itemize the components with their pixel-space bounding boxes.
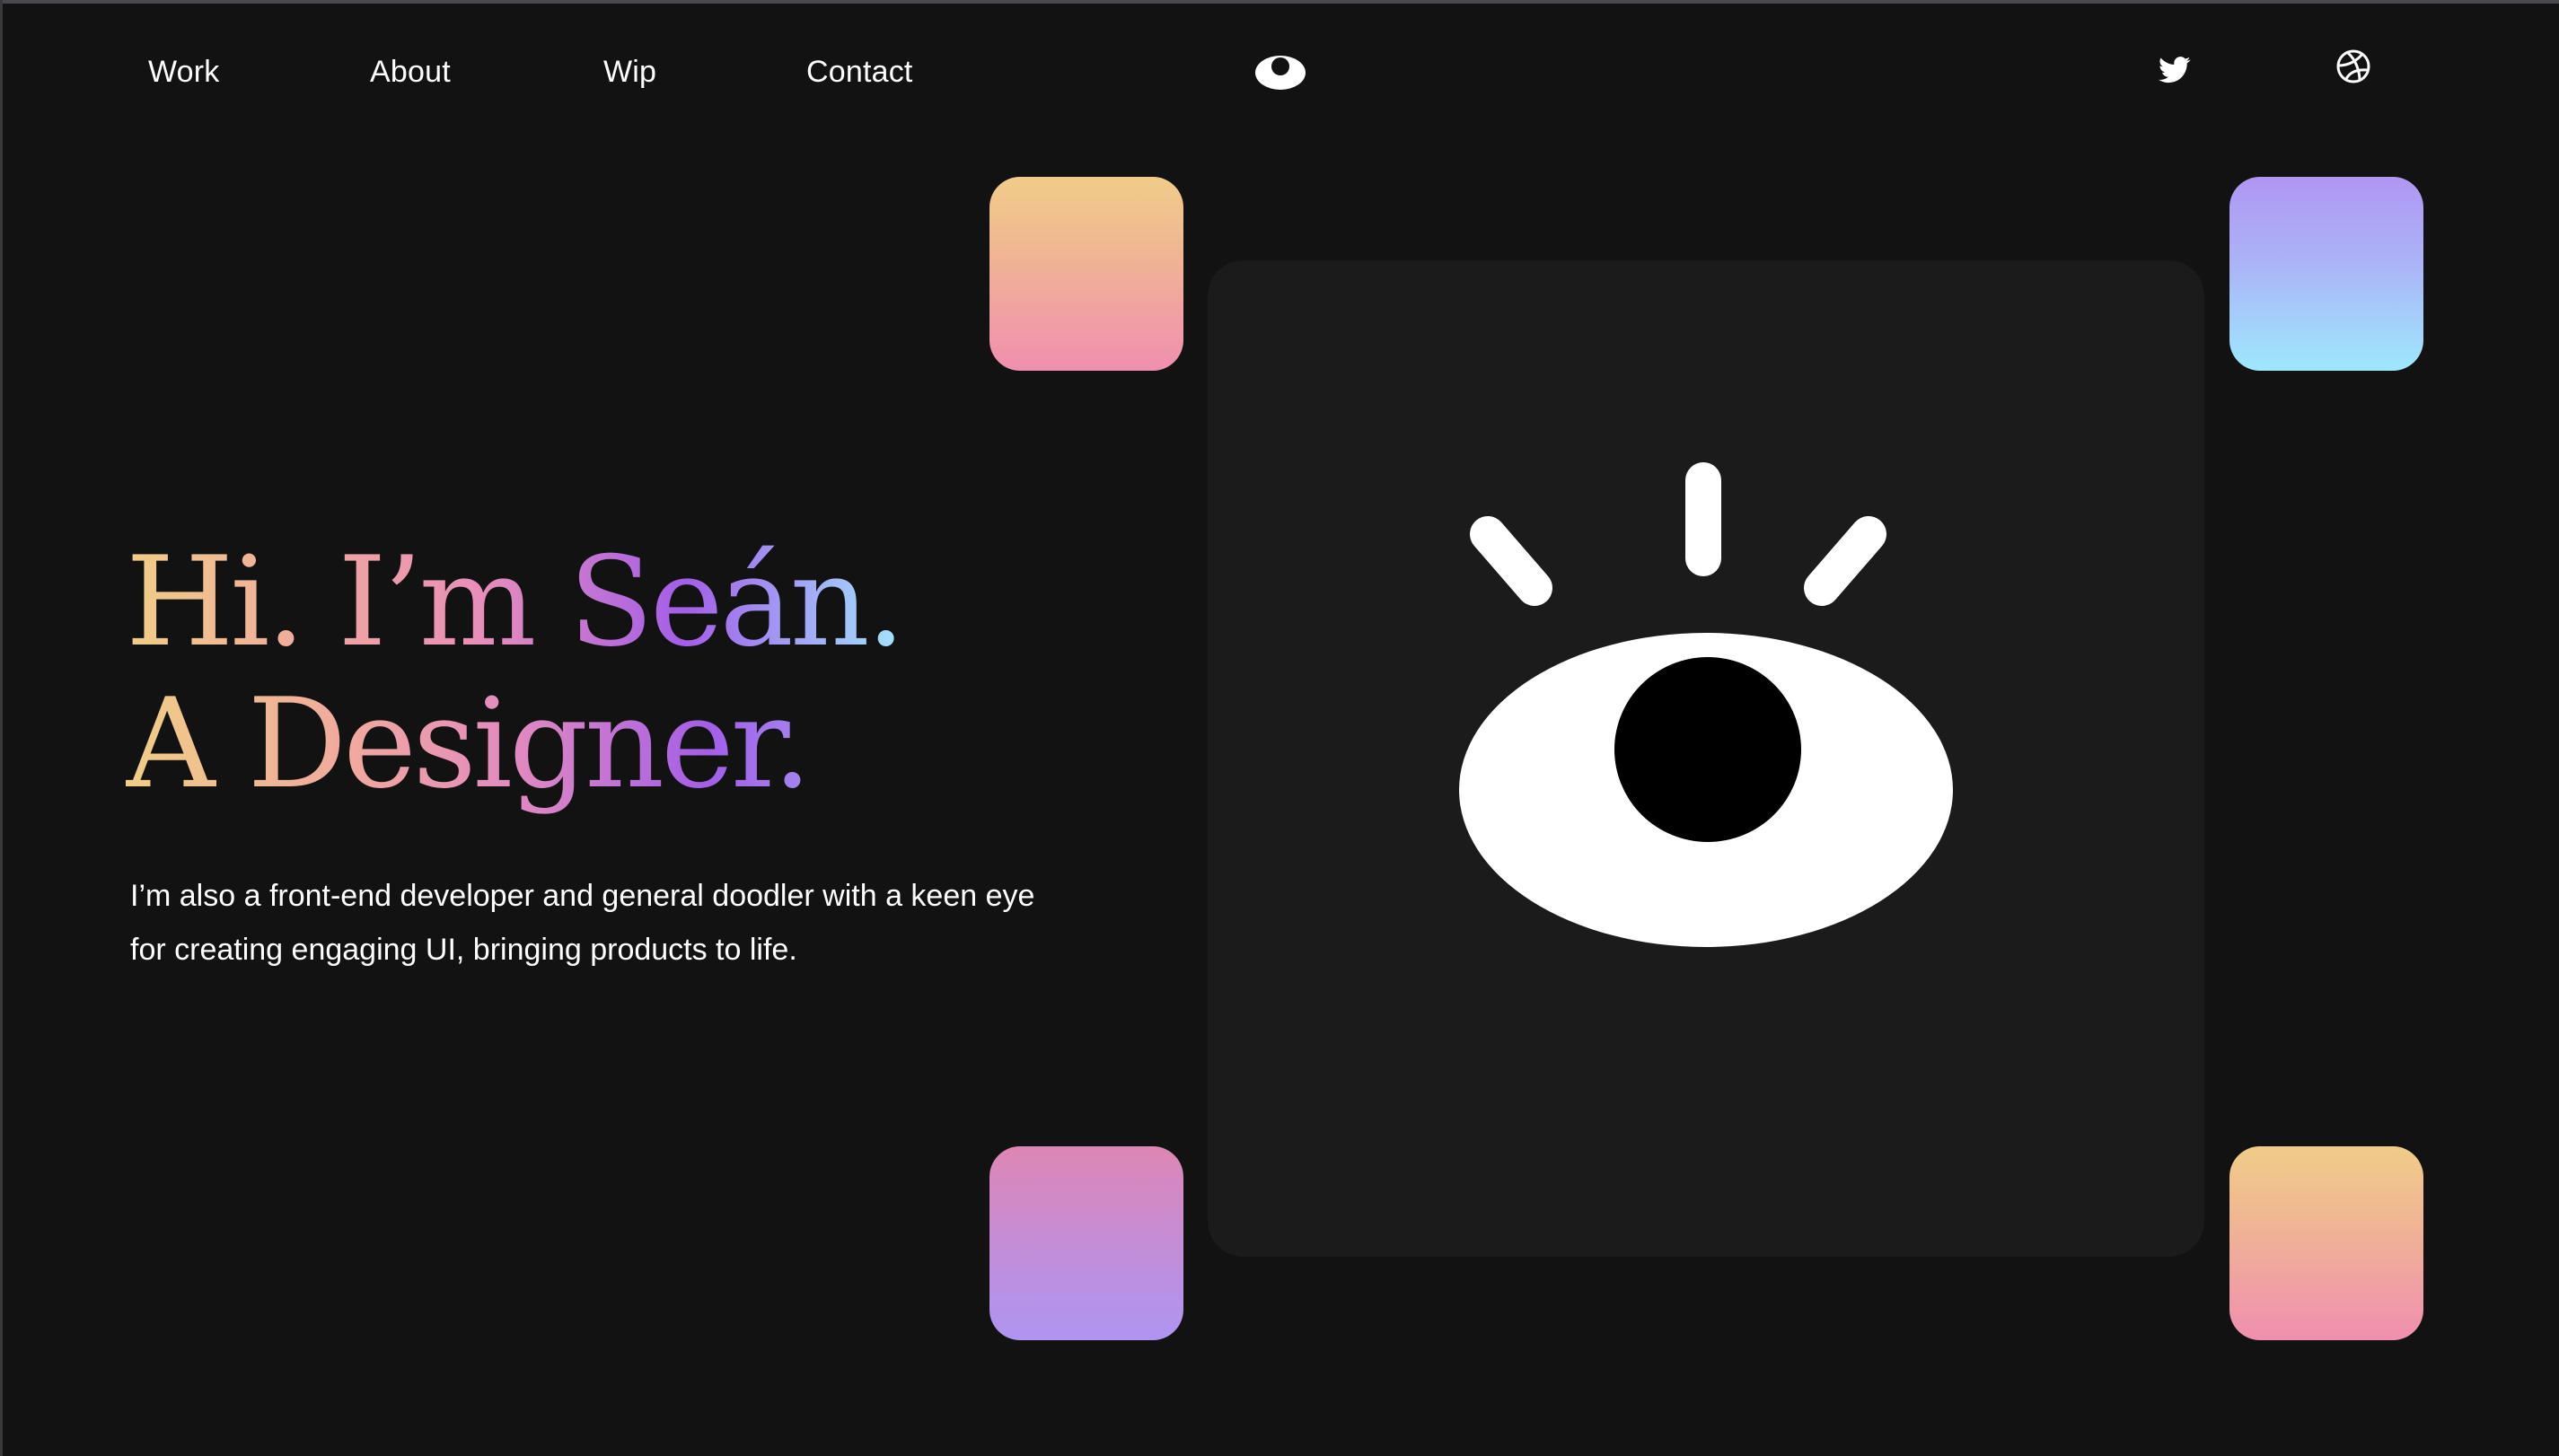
home-logo-link[interactable] [1253,54,1307,90]
nav-link-contact[interactable]: Contact [806,55,913,90]
twitter-link[interactable] [2159,56,2194,92]
gradient-tile-bottom-left [989,1146,1183,1340]
dribbble-link[interactable] [2335,48,2371,84]
hero-title-line-2: A Designer. [126,673,902,815]
window-top-edge [0,0,2559,4]
eye-lash-left [1470,516,1552,606]
hero-subtitle: I’m also a front-end developer and gener… [130,869,1163,977]
eye-pupil [1614,657,1801,842]
eye-illustration-card [1208,260,2204,1257]
gradient-tile-top-left [989,177,1183,371]
eye-illustration [1459,462,1953,947]
dribbble-ball-icon [2336,49,2370,83]
eye-icon [1255,56,1306,90]
hero-title: Hi. I’m Seán. A Designer. [126,530,906,815]
window-left-edge [0,0,3,1456]
nav-link-wip[interactable]: Wip [603,55,656,90]
nav-link-about[interactable]: About [370,55,451,90]
eye-lash-right [1804,516,1886,606]
nav-link-work[interactable]: Work [148,55,220,90]
gradient-tile-bottom-right [2229,1146,2423,1340]
hero-subtitle-line-2: for creating engaging UI, bringing produ… [130,933,797,967]
gradient-tile-top-right [2229,177,2423,371]
hero-subtitle-line-1: I’m also a front-end developer and gener… [130,879,1035,913]
hero-title-line-1: Hi. I’m Seán. [126,530,906,674]
twitter-bird-icon [2159,57,2191,83]
